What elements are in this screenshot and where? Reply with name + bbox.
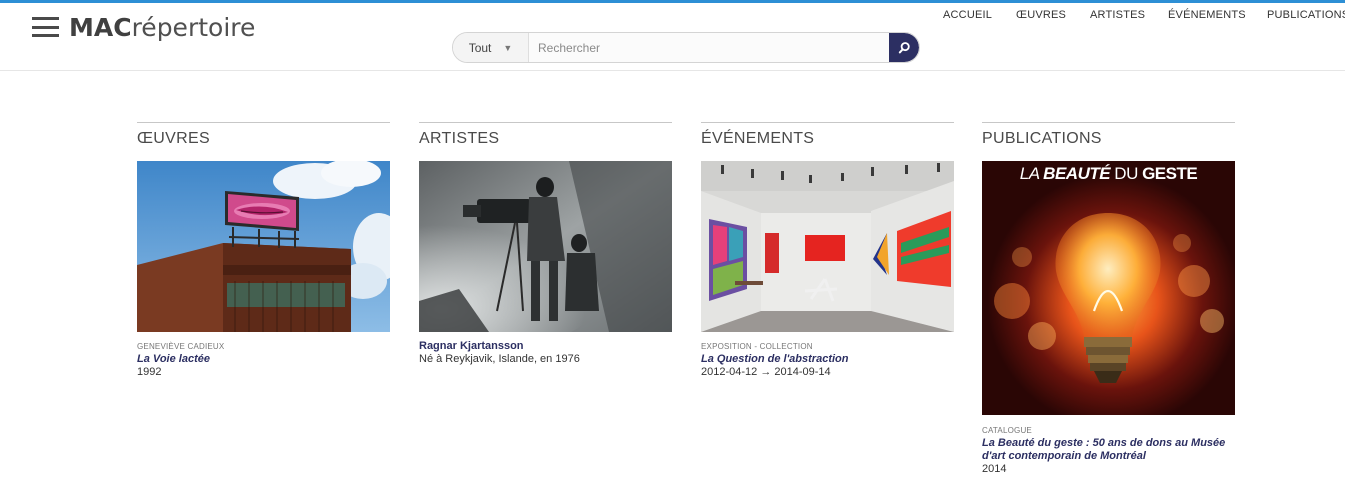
oeuvre-artist[interactable]: GENEVIÈVE CADIEUX <box>137 342 390 351</box>
menu-icon[interactable] <box>32 17 59 37</box>
section-divider <box>701 122 954 123</box>
publication-title[interactable]: La Beauté du geste : 50 ans de dons au M… <box>982 437 1235 463</box>
artiste-bio: Né à Reykjavik, Islande, en 1976 <box>419 353 580 365</box>
evenement-image[interactable] <box>701 161 954 332</box>
site-header: MAC répertoire Tout ▼ ACCUEIL ŒUVRES ART… <box>0 3 1345 71</box>
cover-word-beaute: BEAUTÉ <box>1043 164 1111 183</box>
section-publications: PUBLICATIONS LA BEAUTÉ DU GESTE CATALOGU… <box>982 122 1235 475</box>
cover-word-du: DU <box>1110 164 1143 183</box>
evenement-meta: EXPOSITION - COLLECTION La Question de l… <box>701 342 954 379</box>
section-heading-evenements[interactable]: ÉVÉNEMENTS <box>701 130 954 148</box>
search-input[interactable] <box>529 33 889 62</box>
section-divider <box>137 122 390 123</box>
artiste-name[interactable]: Ragnar Kjartansson <box>419 340 672 353</box>
nav-artistes[interactable]: ARTISTES <box>1090 9 1145 21</box>
publication-meta: CATALOGUE La Beauté du geste : 50 ans de… <box>982 426 1235 476</box>
artiste-image[interactable] <box>419 161 672 332</box>
nav-oeuvres[interactable]: ŒUVRES <box>1016 9 1066 21</box>
publication-cover-title: LA BEAUTÉ DU GESTE <box>982 164 1235 184</box>
caret-down-icon: ▼ <box>503 42 513 53</box>
nav-publications[interactable]: PUBLICATIONS <box>1267 9 1345 21</box>
oeuvre-image[interactable] <box>137 161 390 332</box>
section-oeuvres: ŒUVRES GENEVIÈVE CADIEUX La Voie lactée … <box>137 122 390 378</box>
search-button[interactable] <box>889 33 919 62</box>
search-icon <box>898 42 910 54</box>
section-artistes: ARTISTES Ragnar Kjartansson Né à Reykjav… <box>419 122 672 365</box>
search-scope-value: Tout <box>468 40 492 55</box>
publication-type[interactable]: CATALOGUE <box>982 426 1235 435</box>
section-heading-oeuvres[interactable]: ŒUVRES <box>137 130 390 148</box>
publication-year: 2014 <box>982 463 1007 475</box>
artiste-meta: Ragnar Kjartansson Né à Reykjavik, Islan… <box>419 340 672 366</box>
search-scope-select[interactable]: Tout ▼ <box>453 33 529 62</box>
section-divider <box>419 122 672 123</box>
brand-repertoire: répertoire <box>131 12 256 42</box>
cover-word-la: LA <box>1019 164 1044 183</box>
section-heading-publications[interactable]: PUBLICATIONS <box>982 130 1235 148</box>
oeuvre-title[interactable]: La Voie lactée <box>137 353 390 366</box>
nav-evenements[interactable]: ÉVÉNEMENTS <box>1168 9 1246 21</box>
section-divider <box>982 122 1235 123</box>
evenement-type[interactable]: EXPOSITION - COLLECTION <box>701 342 954 351</box>
evenement-title[interactable]: La Question de l'abstraction <box>701 353 954 366</box>
search-bar: Tout ▼ <box>452 32 920 63</box>
oeuvre-meta: GENEVIÈVE CADIEUX La Voie lactée 1992 <box>137 342 390 379</box>
publication-cover[interactable]: LA BEAUTÉ DU GESTE <box>982 161 1235 415</box>
brand-mac: MAC <box>69 12 132 42</box>
oeuvre-year: 1992 <box>137 366 162 378</box>
section-heading-artistes[interactable]: ARTISTES <box>419 130 672 148</box>
site-logo[interactable]: MAC répertoire <box>32 9 255 45</box>
section-evenements: ÉVÉNEMENTS EXPOSITION - COLLECTION La Qu… <box>701 122 954 378</box>
evenement-dates: 2012-04-12 → 2014-09-14 <box>701 366 831 378</box>
cover-word-geste: GESTE <box>1142 164 1198 183</box>
main-nav: ACCUEIL ŒUVRES ARTISTES ÉVÉNEMENTS PUBLI… <box>940 9 1345 29</box>
nav-accueil[interactable]: ACCUEIL <box>943 9 992 21</box>
